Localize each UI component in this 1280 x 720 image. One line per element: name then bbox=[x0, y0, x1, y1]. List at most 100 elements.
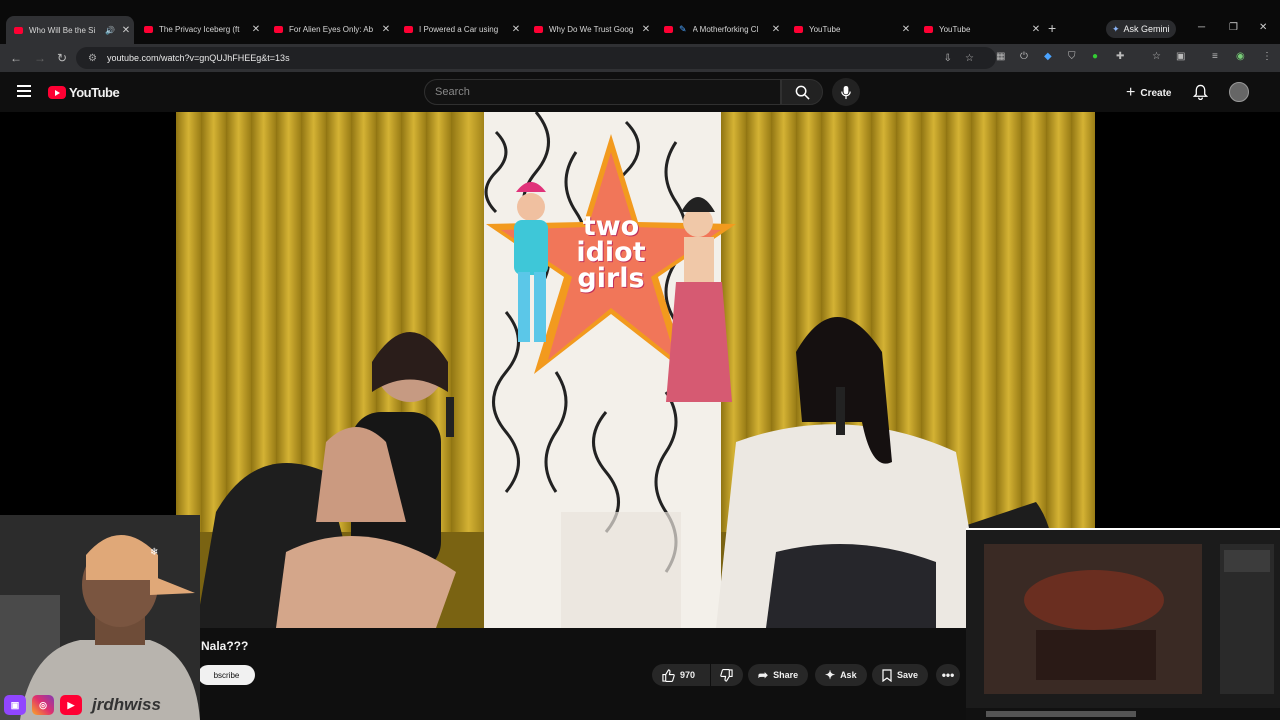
browser-tab[interactable]: Why Do We Trust Goog ✕ bbox=[526, 17, 654, 41]
shield-icon[interactable]: ⛉ bbox=[1068, 51, 1076, 62]
like-button[interactable]: 970 bbox=[652, 664, 710, 686]
account-avatar[interactable] bbox=[1229, 82, 1249, 102]
bookmark-star-icon[interactable]: ☆ bbox=[965, 53, 974, 64]
youtube-logo-text: YouTube bbox=[69, 85, 120, 100]
restore-icon[interactable]: ❐ bbox=[1229, 22, 1238, 33]
close-tab-icon[interactable]: ✕ bbox=[1028, 24, 1044, 35]
more-horizontal-icon: ••• bbox=[941, 668, 955, 682]
like-count: 970 bbox=[680, 670, 696, 680]
sign-text: two idiot girls bbox=[571, 213, 651, 294]
close-tab-icon[interactable]: ✕ bbox=[898, 24, 914, 35]
browser-tab[interactable]: For Alien Eyes Only: Ab ✕ bbox=[266, 17, 394, 41]
extension-icon[interactable]: ▦ bbox=[996, 51, 1005, 62]
instagram-icon: ◎ bbox=[32, 695, 54, 715]
close-tab-icon[interactable]: ✕ bbox=[378, 24, 394, 35]
tab-title: Who Will Be the Si bbox=[29, 25, 96, 35]
youtube-favicon-icon bbox=[924, 25, 933, 33]
bookmarks-icon[interactable]: ☆ bbox=[1152, 51, 1161, 62]
speaker-icon[interactable]: 🔊 bbox=[105, 26, 115, 35]
browser-tab[interactable]: YouTube ✕ bbox=[786, 17, 914, 41]
install-icon[interactable]: ⇩ bbox=[944, 53, 952, 64]
ask-button[interactable]: ✦ Ask bbox=[815, 664, 867, 686]
profile-icon[interactable]: ◉ bbox=[1236, 51, 1245, 62]
sidepanel-icon[interactable]: ▣ bbox=[1176, 51, 1185, 62]
search-icon bbox=[795, 85, 810, 100]
youtube-header: YouTube Search + Create bbox=[0, 72, 1280, 112]
save-label: Save bbox=[897, 670, 919, 680]
tab-title: YouTube bbox=[809, 24, 841, 34]
youtube-logo[interactable]: YouTube bbox=[48, 85, 120, 100]
youtube-icon: ▶ bbox=[60, 695, 82, 715]
youtube-favicon-icon bbox=[664, 25, 673, 33]
tab-title: Why Do We Trust Goog bbox=[549, 24, 634, 34]
tab-title: YouTube bbox=[939, 24, 971, 34]
back-icon[interactable]: ← bbox=[10, 51, 22, 65]
puzzle-icon[interactable]: ✚ bbox=[1116, 51, 1124, 62]
tab-title: A Motherforking Cl bbox=[692, 24, 759, 34]
close-window-icon[interactable]: ✕ bbox=[1259, 22, 1267, 33]
reload-icon[interactable]: ↻ bbox=[57, 51, 67, 65]
close-tab-icon[interactable]: ✕ bbox=[768, 24, 784, 35]
share-arrow-icon: ➦ bbox=[758, 668, 769, 682]
url-text: youtube.com/watch?v=gnQUJhFHEEg&t=13s bbox=[106, 53, 290, 63]
close-tab-icon[interactable]: ✕ bbox=[118, 25, 134, 36]
voice-search-button[interactable] bbox=[832, 78, 860, 106]
new-tab-button[interactable]: + bbox=[1048, 20, 1056, 36]
more-actions-button[interactable]: ••• bbox=[936, 664, 960, 686]
dislike-button[interactable] bbox=[711, 664, 743, 686]
search-placeholder: Search bbox=[435, 86, 470, 98]
video-scene bbox=[176, 112, 1095, 628]
save-button[interactable]: Save bbox=[872, 664, 929, 686]
ask-gemini-label: Ask Gemini bbox=[1123, 24, 1170, 34]
tab-title: The Privacy Iceberg (ft bbox=[159, 24, 240, 34]
side-table bbox=[561, 512, 681, 628]
tab-title: I Powered a Car using bbox=[419, 24, 499, 34]
youtube-favicon-icon bbox=[14, 26, 23, 34]
youtube-favicon-icon bbox=[274, 25, 283, 33]
streamer-social-bar: ▣ ◎ ▶ jrdhwiss bbox=[0, 690, 240, 720]
svg-text:❄: ❄ bbox=[150, 547, 158, 558]
subscribe-button[interactable]: bscribe bbox=[198, 665, 255, 685]
menu-dots-icon[interactable]: ⋮ bbox=[1262, 51, 1272, 62]
ask-gemini-button[interactable]: ✦ Ask Gemini bbox=[1106, 20, 1176, 38]
minimize-icon[interactable]: ─ bbox=[1198, 22, 1205, 33]
youtube-favicon-icon bbox=[794, 25, 803, 33]
streamer-handle: jrdhwiss bbox=[92, 695, 161, 714]
close-tab-icon[interactable]: ✕ bbox=[508, 24, 524, 35]
sign-word: girls bbox=[577, 263, 645, 294]
share-button[interactable]: ➦ Share bbox=[748, 664, 809, 686]
forward-icon[interactable]: → bbox=[34, 51, 46, 65]
pen-icon: ✎ bbox=[679, 23, 687, 34]
second-screen-overlay bbox=[966, 528, 1280, 720]
close-tab-icon[interactable]: ✕ bbox=[248, 24, 264, 35]
browser-tab-strip: Who Will Be the Si 🔊 ✕ The Privacy Icebe… bbox=[0, 0, 1280, 44]
browser-tab[interactable]: I Powered a Car using ✕ bbox=[396, 17, 524, 41]
media-icon[interactable]: ≡ bbox=[1212, 51, 1218, 62]
second-screen-capture bbox=[966, 530, 1280, 720]
notifications-bell-icon[interactable] bbox=[1193, 84, 1208, 100]
video-frame[interactable]: two idiot girls bbox=[176, 112, 1095, 628]
browser-toolbar: ← → ↻ ⚙ youtube.com/watch?v=gnQUJhFHEEg&… bbox=[0, 44, 1280, 72]
browser-tab[interactable]: YouTube ✕ bbox=[916, 17, 1044, 41]
twitch-icon: ▣ bbox=[4, 695, 26, 715]
address-bar[interactable]: ⚙ youtube.com/watch?v=gnQUJhFHEEg&t=13s … bbox=[76, 47, 996, 69]
ask-label: Ask bbox=[840, 670, 857, 680]
site-info-icon[interactable]: ⚙ bbox=[88, 53, 97, 64]
youtube-favicon-icon bbox=[144, 25, 153, 33]
browser-tab[interactable]: Who Will Be the Si 🔊 ✕ bbox=[6, 16, 134, 44]
browser-tab[interactable]: The Privacy Iceberg (ft ✕ bbox=[136, 17, 264, 41]
share-label: Share bbox=[773, 670, 799, 680]
youtube-play-icon bbox=[48, 86, 66, 99]
bookmark-icon bbox=[882, 668, 892, 682]
search-button[interactable] bbox=[781, 79, 823, 105]
microphone-icon bbox=[841, 85, 851, 99]
create-button[interactable]: + Create bbox=[1118, 81, 1179, 105]
power-icon[interactable]: ⏻ bbox=[1020, 51, 1028, 62]
browser-tab[interactable]: ✎ A Motherforking Cl ✕ bbox=[656, 17, 784, 41]
menu-hamburger-icon[interactable] bbox=[17, 85, 31, 100]
extension-icon[interactable]: ◆ bbox=[1044, 51, 1052, 62]
extension-icon[interactable]: ● bbox=[1092, 51, 1098, 62]
search-input[interactable]: Search bbox=[424, 79, 781, 105]
tab-title: For Alien Eyes Only: Ab bbox=[289, 24, 374, 34]
close-tab-icon[interactable]: ✕ bbox=[638, 24, 654, 35]
